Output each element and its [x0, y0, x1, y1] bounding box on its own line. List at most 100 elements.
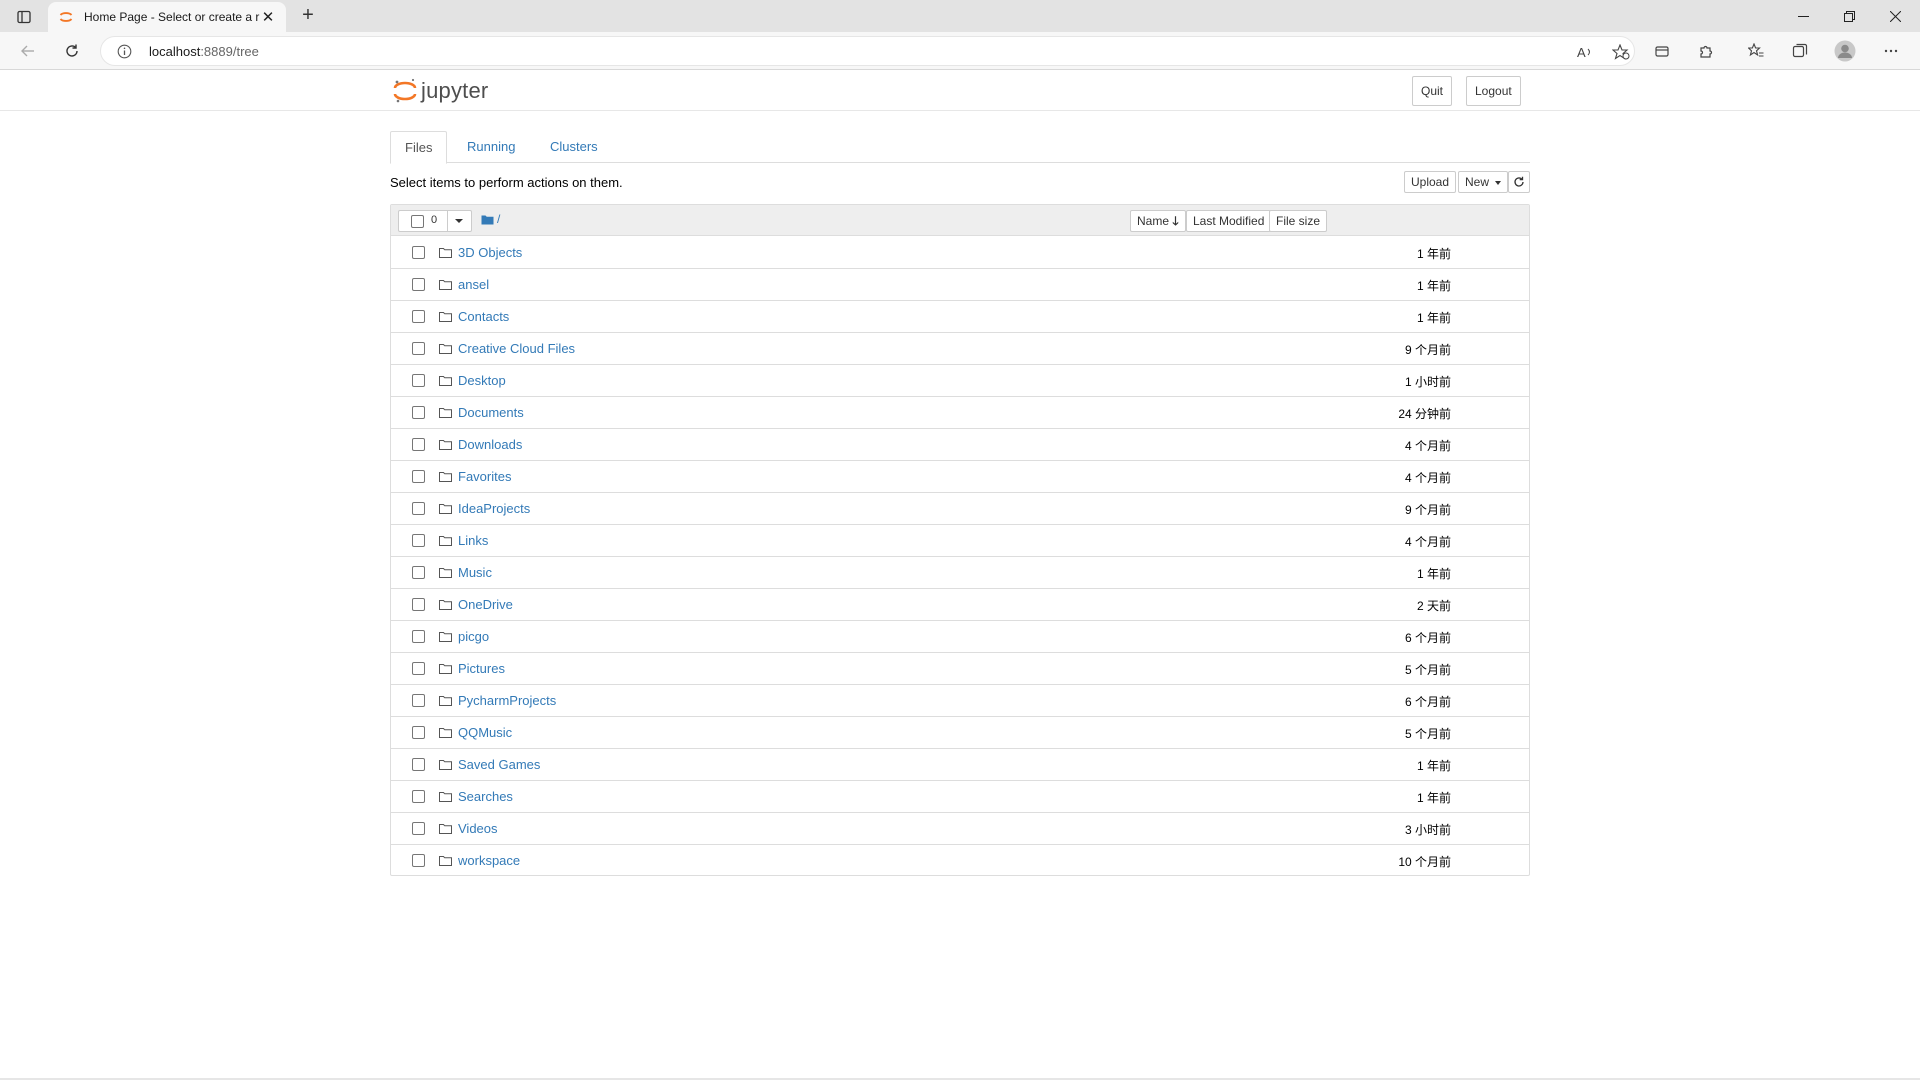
row-checkbox[interactable] [412, 726, 425, 739]
settings-menu-button[interactable] [1877, 37, 1905, 65]
file-row[interactable]: Downloads 4 个月前 [391, 429, 1529, 461]
quit-button[interactable]: Quit [1412, 76, 1453, 106]
file-row[interactable]: picgo 6 个月前 [391, 621, 1529, 653]
file-row[interactable]: Documents 24 分钟前 [391, 397, 1529, 429]
row-checkbox[interactable] [412, 854, 425, 867]
site-info-icon[interactable] [117, 44, 132, 59]
refresh-button[interactable] [1508, 171, 1530, 193]
file-name-link[interactable]: 3D Objects [458, 245, 522, 260]
last-modified: 1 小时前 [1404, 375, 1451, 389]
favorites-button[interactable] [1742, 37, 1770, 65]
row-checkbox[interactable] [412, 406, 425, 419]
jupyter-logo[interactable]: jupyter [393, 77, 488, 105]
breadcrumb[interactable]: / [481, 212, 500, 226]
file-name-link[interactable]: Favorites [458, 469, 511, 484]
tab-clusters[interactable]: Clusters [536, 131, 612, 163]
file-name-link[interactable]: Desktop [458, 373, 506, 388]
file-row[interactable]: Desktop 1 小时前 [391, 365, 1529, 397]
file-name-link[interactable]: Music [458, 565, 492, 580]
restore-button[interactable] [1826, 0, 1872, 32]
row-checkbox[interactable] [412, 310, 425, 323]
file-row[interactable]: Pictures 5 个月前 [391, 653, 1529, 685]
file-row[interactable]: QQMusic 5 个月前 [391, 717, 1529, 749]
file-name-link[interactable]: Contacts [458, 309, 509, 324]
add-favorite-icon[interactable] [1612, 44, 1630, 60]
file-row[interactable]: PycharmProjects 6 个月前 [391, 685, 1529, 717]
last-modified: 9 个月前 [1404, 343, 1451, 357]
file-name-link[interactable]: Saved Games [458, 757, 540, 772]
file-row[interactable]: workspace 10 个月前 [391, 845, 1529, 877]
refresh-icon [1514, 176, 1524, 187]
tab-files[interactable]: Files [390, 131, 448, 164]
file-row[interactable]: Creative Cloud Files 9 个月前 [391, 333, 1529, 365]
file-row[interactable]: IdeaProjects 9 个月前 [391, 493, 1529, 525]
row-checkbox[interactable] [412, 246, 425, 259]
file-name-link[interactable]: ansel [458, 277, 489, 292]
file-name-link[interactable]: picgo [458, 629, 489, 644]
file-row[interactable]: Saved Games 1 年前 [391, 749, 1529, 781]
select-menu-chevron-icon[interactable] [455, 219, 463, 223]
file-name-link[interactable]: Videos [458, 821, 498, 836]
file-name-link[interactable]: Downloads [458, 437, 522, 452]
file-name-link[interactable]: PycharmProjects [458, 693, 556, 708]
file-name-link[interactable]: Creative Cloud Files [458, 341, 575, 356]
browser-tab-active[interactable]: Home Page - Select or create a r ✕ [48, 2, 286, 32]
file-name-link[interactable]: Links [458, 533, 488, 548]
file-row[interactable]: Favorites 4 个月前 [391, 461, 1529, 493]
extensions-button[interactable] [1692, 37, 1720, 65]
logout-button[interactable]: Logout [1466, 76, 1521, 106]
file-name-link[interactable]: Searches [458, 789, 513, 804]
file-row[interactable]: ansel 1 年前 [391, 269, 1529, 301]
tab-running[interactable]: Running [453, 131, 529, 163]
address-bar[interactable]: localhost:8889/tree A [100, 36, 1635, 66]
row-checkbox[interactable] [412, 438, 425, 451]
new-tab-button[interactable]: + [294, 4, 322, 28]
file-name-link[interactable]: Pictures [458, 661, 505, 676]
file-row[interactable]: Videos 3 小时前 [391, 813, 1529, 845]
row-checkbox[interactable] [412, 630, 425, 643]
close-tab-icon[interactable]: ✕ [260, 8, 276, 26]
row-checkbox[interactable] [412, 278, 425, 291]
sort-file-size-button[interactable]: File size [1269, 210, 1328, 232]
row-checkbox[interactable] [412, 822, 425, 835]
collections-button[interactable] [1786, 37, 1814, 65]
close-window-button[interactable] [1872, 0, 1918, 32]
tab-actions-button[interactable] [10, 6, 38, 28]
new-dropdown-button[interactable]: New [1458, 171, 1509, 193]
folder-icon [439, 470, 452, 485]
row-checkbox[interactable] [412, 502, 425, 515]
file-name-link[interactable]: workspace [458, 853, 520, 868]
file-row[interactable]: Links 4 个月前 [391, 525, 1529, 557]
file-name-link[interactable]: QQMusic [458, 725, 512, 740]
row-checkbox[interactable] [412, 790, 425, 803]
file-row[interactable]: Searches 1 年前 [391, 781, 1529, 813]
row-checkbox[interactable] [412, 598, 425, 611]
row-checkbox[interactable] [412, 534, 425, 547]
file-row[interactable]: Contacts 1 年前 [391, 301, 1529, 333]
read-aloud-icon[interactable]: A [1576, 44, 1594, 60]
back-button[interactable] [14, 37, 42, 65]
last-modified: 1 年前 [1416, 247, 1451, 261]
minimize-button[interactable] [1780, 0, 1826, 32]
file-name-link[interactable]: Documents [458, 405, 524, 420]
sort-last-modified-button[interactable]: Last Modified [1186, 210, 1272, 232]
row-checkbox[interactable] [412, 662, 425, 675]
row-checkbox[interactable] [412, 342, 425, 355]
file-name-link[interactable]: OneDrive [458, 597, 513, 612]
row-checkbox[interactable] [412, 694, 425, 707]
tracking-button[interactable] [1648, 37, 1676, 65]
sort-name-button[interactable]: Name 🡓 [1130, 210, 1186, 232]
file-row[interactable]: OneDrive 2 天前 [391, 589, 1529, 621]
select-all-checkbox[interactable] [411, 215, 424, 228]
row-checkbox[interactable] [412, 566, 425, 579]
last-modified: 1 年前 [1416, 279, 1451, 293]
row-checkbox[interactable] [412, 758, 425, 771]
row-checkbox[interactable] [412, 470, 425, 483]
file-row[interactable]: Music 1 年前 [391, 557, 1529, 589]
row-checkbox[interactable] [412, 374, 425, 387]
reload-button[interactable] [58, 37, 86, 65]
profile-button[interactable] [1831, 37, 1859, 65]
file-row[interactable]: 3D Objects 1 年前 [391, 237, 1529, 269]
upload-button[interactable]: Upload [1404, 171, 1457, 193]
file-name-link[interactable]: IdeaProjects [458, 501, 530, 516]
